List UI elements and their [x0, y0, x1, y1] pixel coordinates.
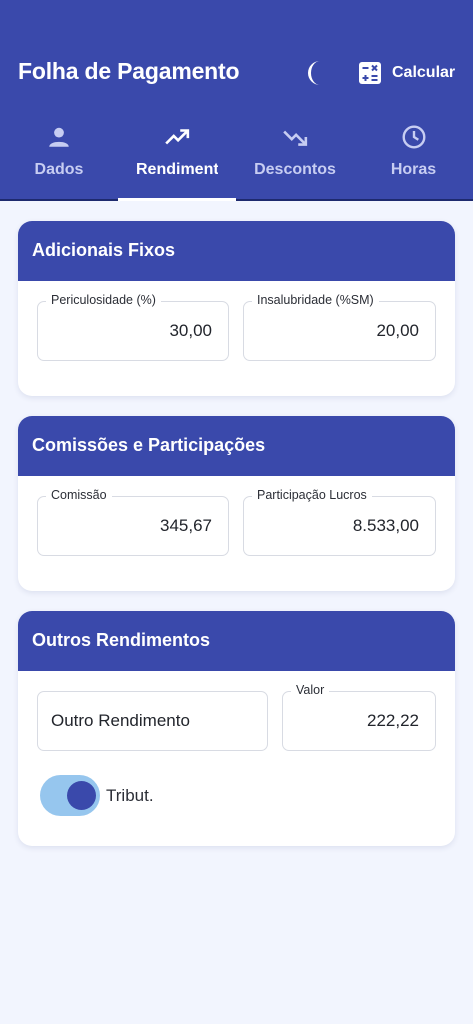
calculator-icon [359, 62, 381, 84]
moon-icon[interactable] [303, 58, 329, 88]
person-icon [49, 127, 69, 147]
field-value: Outro Rendimento [51, 711, 190, 730]
tab-dados[interactable]: Dados [0, 118, 118, 199]
insalubridade-field[interactable]: Insalubridade (%SM) 20,00 [243, 293, 436, 361]
field-label: Periculosidade (%) [46, 293, 161, 307]
comissao-field[interactable]: Comissão 345,67 [37, 488, 229, 556]
active-tab-indicator [118, 198, 236, 201]
toggle-knob [67, 781, 96, 810]
tab-label: Dados [34, 161, 84, 178]
trending-up-icon [165, 129, 190, 145]
app-title: Folha de Pagamento [18, 58, 240, 84]
tab-label: Descontos [254, 161, 336, 178]
card-comissoes: Comissões e Participações Comissão 345,6… [18, 416, 455, 591]
field-label: Comissão [46, 488, 112, 502]
field-value: 30,00 [169, 321, 212, 340]
app-bar: Folha de Pagamento Calcular Dados Rendim… [0, 0, 473, 201]
periculosidade-field[interactable]: Periculosidade (%) 30,00 [37, 293, 229, 361]
field-value: 222,22 [367, 711, 419, 730]
outro-rendimento-valor-field[interactable]: Valor 222,22 [282, 683, 436, 751]
field-value: 20,00 [376, 321, 419, 340]
card-adicionais-fixos: Adicionais Fixos Periculosidade (%) 30,0… [18, 221, 455, 396]
clock-icon [402, 125, 425, 149]
field-label: Insalubridade (%SM) [252, 293, 379, 307]
card-outros-rendimentos: Outros Rendimentos Outro Rendimento Valo… [18, 611, 455, 846]
outro-rendimento-description-field[interactable]: Outro Rendimento [37, 691, 268, 751]
participacao-lucros-field[interactable]: Participação Lucros 8.533,00 [243, 488, 436, 556]
tab-descontos[interactable]: Descontos [236, 118, 354, 199]
tributavel-toggle[interactable] [40, 775, 100, 816]
field-value: 345,67 [160, 516, 212, 535]
card-title: Outros Rendimentos [18, 611, 455, 671]
field-value: 8.533,00 [352, 516, 419, 535]
calculate-label: Calcular [392, 64, 456, 81]
tab-label: Horas [390, 161, 437, 178]
tributavel-label: Tribut. [106, 786, 154, 805]
field-label: Participação Lucros [252, 488, 372, 502]
tab-horas[interactable]: Horas [354, 118, 473, 199]
trending-down-icon [283, 130, 308, 146]
tab-rendimentos[interactable]: Rendimentos [118, 118, 236, 199]
card-title: Adicionais Fixos [18, 221, 455, 281]
tab-label: Rendimentos [136, 161, 218, 178]
card-title: Comissões e Participações [18, 416, 455, 476]
field-label: Valor [291, 683, 330, 697]
tab-bar: Dados Rendimentos Descontos Horas [0, 118, 473, 201]
calculate-button[interactable]: Calcular [358, 58, 455, 88]
